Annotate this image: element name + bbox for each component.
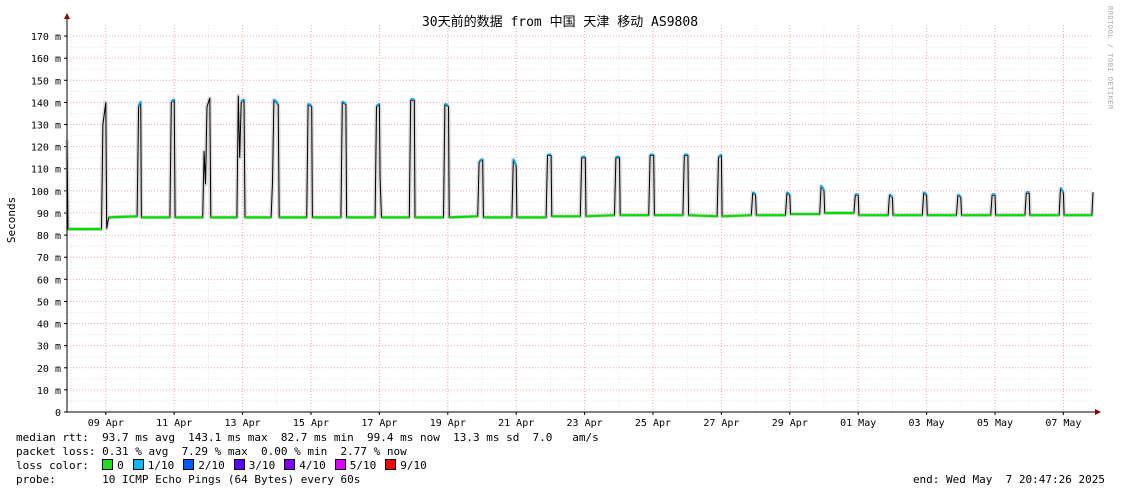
y-tick-label: 10 m	[37, 386, 61, 397]
rrdtool-watermark: RRDTOOL / TOBI OETIKER	[1106, 6, 1114, 110]
x-tick-label: 29 Apr	[772, 418, 808, 429]
y-tick-label: 140 m	[31, 98, 61, 109]
loss-color-item: 0	[102, 459, 124, 472]
x-tick-label: 19 Apr	[430, 418, 466, 429]
loss-color-label: 5/10	[349, 459, 377, 472]
y-tick-label: 110 m	[31, 165, 61, 176]
x-tick-label: 01 May	[840, 418, 876, 429]
loss-color-item: 2/10	[183, 459, 225, 472]
loss-color-list: 0 1/10 2/10 3/10 4/10 5/10 9/10	[102, 459, 436, 472]
x-tick-label: 11 Apr	[156, 418, 192, 429]
probe-line: probe: 10 ICMP Echo Pings (64 Bytes) eve…	[16, 473, 361, 486]
y-tick-label: 100 m	[31, 187, 61, 198]
y-tick-label: 40 m	[37, 320, 61, 331]
loss-color-swatch	[233, 459, 245, 470]
loss-color-line: loss color: 0 1/10 2/10 3/10 4/10 5/10 9/10	[16, 459, 436, 473]
y-tick-label: 170 m	[31, 32, 61, 43]
y-tick-label: 160 m	[31, 54, 61, 65]
x-axis: 09 Apr 11 Apr 13 Apr 15 Apr 17 Apr 19 Apr 21 A…	[88, 412, 1081, 429]
y-tick-label: 20 m	[37, 364, 61, 375]
loss-color-swatch	[132, 459, 144, 470]
y-axis: 0 10 m 20 m 30 m 40 m 50 m 60 m 70 m 80 m 90 m 100…	[31, 32, 67, 419]
y-tick-label: 0	[55, 408, 61, 419]
x-tick-label: 17 Apr	[361, 418, 397, 429]
series-median-segment	[722, 214, 752, 218]
y-axis-label: Seconds	[5, 197, 18, 243]
x-tick-label: 23 Apr	[567, 418, 603, 429]
loss-color-swatch	[385, 459, 397, 470]
rtt-chart: 30天前的数据 from 中国 天津 移动 AS9808 Seconds 0 10…	[5, 13, 1101, 429]
loss-color-swatch	[284, 459, 296, 470]
y-tick-label: 70 m	[37, 253, 61, 264]
loss-color-swatch	[183, 459, 195, 470]
loss-color-label: 9/10	[400, 459, 427, 472]
loss-color-label: loss color:	[16, 459, 103, 472]
x-axis-arrow	[1095, 409, 1101, 415]
loss-color-item: 5/10	[334, 459, 377, 472]
x-tick-label: 07 May	[1045, 418, 1081, 429]
end-time: end: Wed May 7 20:47:26 2025	[912, 473, 1105, 486]
y-tick-label: 130 m	[31, 121, 61, 132]
y-tick-label: 150 m	[31, 76, 61, 87]
loss-color-label: 3/10	[248, 459, 276, 472]
loss-color-label: 4/10	[299, 459, 326, 472]
y-tick-label: 120 m	[31, 143, 61, 154]
loss-color-swatch	[334, 459, 346, 470]
median-rtt-line: median rtt: 93.7 ms avg 143.1 ms max 82.…	[16, 431, 599, 444]
y-tick-label: 50 m	[37, 297, 61, 308]
loss-color-item: 9/10	[385, 459, 427, 472]
series-median-segment	[585, 214, 615, 218]
x-tick-label: 13 Apr	[225, 418, 261, 429]
y-tick-label: 80 m	[37, 231, 61, 242]
y-tick-label: 30 m	[37, 342, 61, 353]
series-median-segment	[108, 215, 138, 219]
loss-color-item: 1/10	[132, 459, 175, 472]
loss-color-label: 0	[117, 459, 124, 472]
loss-color-item: 4/10	[284, 459, 326, 472]
loss-color-item: 3/10	[233, 459, 276, 472]
x-tick-label: 03 May	[909, 418, 945, 429]
loss-color-swatch	[102, 459, 114, 470]
y-tick-label: 90 m	[37, 209, 61, 220]
y-axis-arrow	[64, 13, 70, 19]
series-median-segment	[688, 214, 718, 218]
loss-color-label: 1/10	[147, 459, 175, 472]
series-median-segment	[449, 215, 478, 219]
x-tick-label: 25 Apr	[635, 418, 671, 429]
packet-loss-line: packet loss: 0.31 % avg 7.29 % max 0.00 …	[16, 445, 407, 458]
x-tick-label: 09 Apr	[88, 418, 124, 429]
y-tick-label: 60 m	[37, 275, 61, 286]
x-tick-label: 21 Apr	[498, 418, 534, 429]
loss-color-label: 2/10	[198, 459, 225, 472]
x-tick-label: 27 Apr	[703, 418, 739, 429]
x-tick-label: 05 May	[977, 418, 1013, 429]
x-tick-label: 15 Apr	[293, 418, 329, 429]
chart-title: 30天前的数据 from 中国 天津 移动 AS9808	[422, 14, 698, 30]
plot-area	[65, 93, 1095, 232]
